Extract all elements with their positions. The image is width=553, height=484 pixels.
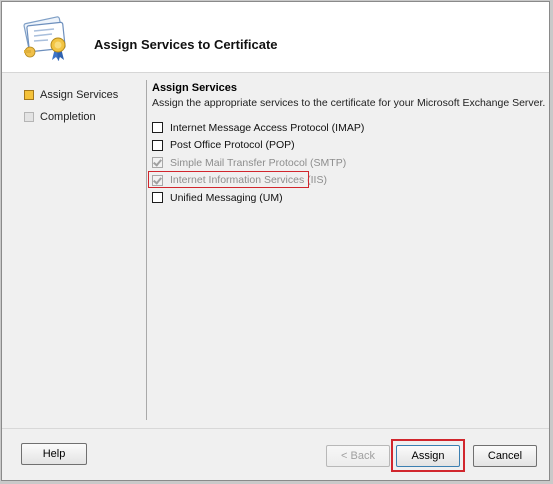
um-checkbox[interactable]: [152, 192, 163, 204]
service-um[interactable]: Unified Messaging (UM): [152, 189, 542, 207]
active-step-marker-icon: [24, 90, 34, 100]
iis-checkbox: [152, 174, 163, 186]
services-list: Internet Message Access Protocol (IMAP) …: [148, 119, 542, 207]
section-description: Assign the appropriate services to the c…: [152, 97, 546, 109]
imap-checkbox[interactable]: [152, 122, 163, 134]
smtp-checkbox: [152, 157, 163, 169]
step-assign-services: Assign Services: [24, 84, 139, 106]
assign-button[interactable]: Assign: [396, 445, 460, 467]
pop-checkbox[interactable]: [152, 139, 163, 151]
back-button: < Back: [326, 445, 390, 467]
step-label: Assign Services: [40, 89, 119, 101]
vertical-divider: [146, 80, 147, 420]
certificate-icon: [23, 16, 66, 61]
service-pop[interactable]: Post Office Protocol (POP): [152, 137, 542, 155]
assign-services-dialog: Assign Services to Certificate Assign Se…: [1, 1, 550, 481]
dialog-title: Assign Services to Certificate: [94, 37, 278, 52]
content-panel: Assign Services Assign the appropriate s…: [148, 82, 546, 207]
service-iis: Internet Information Services (IIS): [148, 170, 542, 190]
service-imap[interactable]: Internet Message Access Protocol (IMAP): [152, 119, 542, 137]
service-smtp: Simple Mail Transfer Protocol (SMTP): [152, 154, 542, 172]
footer-separator: [2, 428, 549, 429]
service-label: Unified Messaging (UM): [170, 191, 283, 204]
section-title: Assign Services: [152, 82, 237, 94]
cancel-button[interactable]: Cancel: [473, 445, 537, 467]
step-label: Completion: [40, 111, 96, 123]
service-label: Simple Mail Transfer Protocol (SMTP): [170, 156, 347, 169]
step-completion: Completion: [24, 106, 139, 128]
wizard-steps: Assign Services Completion: [24, 84, 139, 128]
service-label: Internet Message Access Protocol (IMAP): [170, 121, 365, 134]
help-button[interactable]: Help: [21, 443, 87, 465]
service-label: Internet Information Services (IIS): [170, 174, 327, 187]
inactive-step-marker-icon: [24, 112, 34, 122]
dialog-header: Assign Services to Certificate: [2, 2, 549, 73]
service-label: Post Office Protocol (POP): [170, 139, 295, 152]
